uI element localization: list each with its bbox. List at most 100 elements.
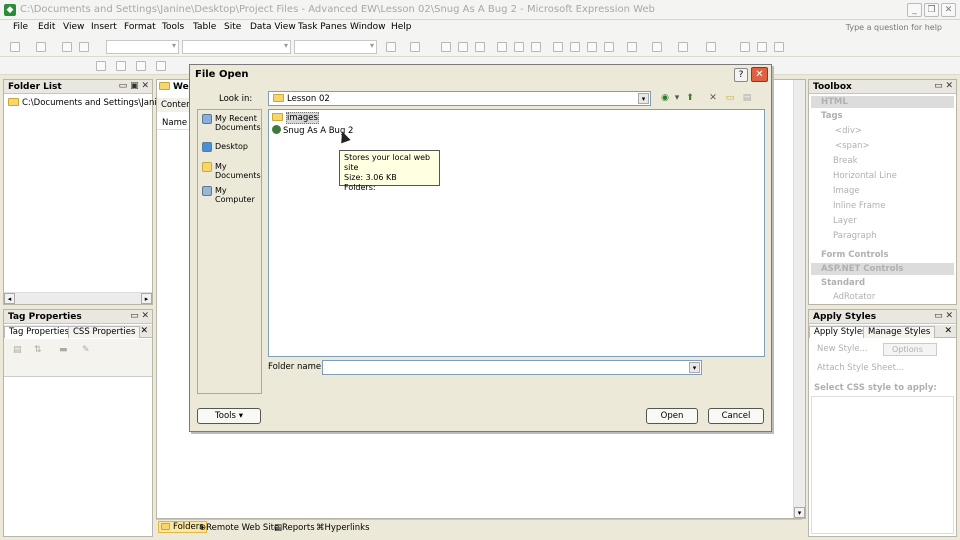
toolbox-standard-category[interactable]: Standard — [811, 277, 954, 289]
tab-css-properties[interactable]: CSS Properties — [68, 326, 141, 338]
align-center-icon[interactable] — [514, 42, 524, 52]
redo-icon[interactable] — [410, 42, 420, 52]
toolbox-layer[interactable]: Layer — [833, 216, 857, 226]
up-folder-icon[interactable]: ⬆ — [684, 92, 696, 104]
minimize-button[interactable]: _ — [907, 3, 922, 17]
menu-view[interactable]: View — [63, 22, 84, 32]
toolbox-div[interactable]: <div> — [835, 126, 862, 136]
style-combo[interactable] — [106, 40, 179, 54]
toolbox-tags-category[interactable]: Tags — [811, 110, 954, 122]
options-dropdown[interactable]: Options — [883, 343, 937, 356]
restore-panel-icon[interactable]: ▭ — [934, 81, 943, 91]
close-tab-icon[interactable]: ✕ — [944, 326, 952, 336]
new-folder-icon[interactable]: ▭ — [724, 92, 736, 104]
menu-edit[interactable]: Edit — [38, 22, 55, 32]
show-set-icon[interactable]: ▬ — [59, 345, 68, 355]
restore-button[interactable]: ❐ — [924, 3, 939, 17]
toolbox-image[interactable]: Image — [833, 186, 860, 196]
close-panel-icon[interactable]: ✕ — [141, 81, 149, 91]
open-button[interactable]: Open — [646, 408, 698, 424]
menu-file[interactable]: File — [13, 22, 28, 32]
toolbox-span[interactable]: <span> — [835, 141, 870, 151]
rotate-icon[interactable] — [136, 61, 146, 71]
menu-table[interactable]: Table — [193, 22, 216, 32]
restore-panel-icon[interactable]: ▭ — [934, 311, 943, 321]
menu-tools[interactable]: Tools — [162, 22, 184, 32]
close-panel-icon[interactable]: ✕ — [945, 81, 953, 91]
css-style-list[interactable] — [811, 396, 954, 534]
numbering-icon[interactable] — [553, 42, 563, 52]
toolbox-adrotator[interactable]: AdRotator — [833, 292, 875, 302]
close-window-button[interactable]: ✕ — [941, 3, 956, 17]
chevron-down-icon[interactable]: ▾ — [689, 362, 700, 373]
folder-options-icon[interactable]: ▣ — [130, 81, 139, 91]
undo-icon[interactable] — [386, 42, 396, 52]
italic-icon[interactable] — [458, 42, 468, 52]
restore-panel-icon[interactable]: ▭ — [130, 311, 139, 321]
scroll-left-icon[interactable]: ◂ — [4, 293, 15, 304]
font-color-icon[interactable] — [678, 42, 688, 52]
menu-window[interactable]: Window — [350, 22, 386, 32]
edit-tag-icon[interactable]: ✎ — [82, 345, 90, 355]
menu-format[interactable]: Format — [124, 22, 156, 32]
menu-task-panes[interactable]: Task Panes — [298, 22, 347, 32]
new-page-icon[interactable] — [10, 42, 20, 52]
help-button[interactable]: ? — [734, 68, 748, 82]
view-reports[interactable]: ▤Reports — [274, 523, 315, 533]
menu-data-view[interactable]: Data View — [250, 22, 296, 32]
crop-icon[interactable] — [116, 61, 126, 71]
font-combo[interactable] — [182, 40, 291, 54]
layer-icon[interactable] — [706, 42, 716, 52]
close-panel-icon[interactable]: ✕ — [945, 311, 953, 321]
image-icon-2[interactable] — [757, 42, 767, 52]
toolbox-horizontal-line[interactable]: Horizontal Line — [833, 171, 897, 181]
new-style-link[interactable]: New Style... — [817, 344, 868, 354]
new-folder-icon[interactable]: ▭ — [119, 81, 128, 91]
bold-icon[interactable] — [441, 42, 451, 52]
toolbox-inline-frame[interactable]: Inline Frame — [833, 201, 885, 211]
back-icon[interactable]: ◉ — [659, 92, 671, 104]
folder-name-input[interactable]: ▾ — [322, 360, 702, 375]
folder-list-hscroll[interactable]: ◂ ▸ — [4, 292, 152, 304]
flip-icon[interactable] — [156, 61, 166, 71]
preview-icon[interactable] — [79, 42, 89, 52]
font-size-combo[interactable] — [294, 40, 377, 54]
decrease-indent-icon[interactable] — [587, 42, 597, 52]
tools-button[interactable]: Tools ▾ — [197, 408, 261, 424]
close-tab-icon[interactable]: ✕ — [140, 326, 148, 336]
toolbox-paragraph[interactable]: Paragraph — [833, 231, 877, 241]
save-icon[interactable] — [62, 42, 72, 52]
insert-picture-icon[interactable] — [96, 61, 106, 71]
scroll-down-icon[interactable]: ▾ — [794, 507, 805, 518]
file-list[interactable]: images Snug As A Bug 2 — [268, 109, 765, 357]
underline-icon[interactable] — [475, 42, 485, 52]
views-icon[interactable]: ▤ — [741, 92, 753, 104]
image-icon[interactable] — [740, 42, 750, 52]
close-panel-icon[interactable]: ✕ — [141, 311, 149, 321]
list-item[interactable]: images — [272, 112, 319, 124]
look-in-combo[interactable]: Lesson 02 ▾ — [268, 91, 651, 106]
image-icon-3[interactable] — [774, 42, 784, 52]
scroll-right-icon[interactable]: ▸ — [141, 293, 152, 304]
menu-insert[interactable]: Insert — [91, 22, 117, 32]
menu-help[interactable]: Help — [391, 22, 412, 32]
editor-vscroll[interactable]: ▾ — [793, 80, 805, 518]
help-search-box[interactable]: Type a question for help — [846, 23, 942, 32]
open-icon[interactable] — [36, 42, 46, 52]
bullets-icon[interactable] — [570, 42, 580, 52]
view-hyperlinks[interactable]: ⌘Hyperlinks — [316, 523, 370, 533]
attach-style-sheet-link[interactable]: Attach Style Sheet... — [817, 363, 904, 373]
borders-icon[interactable] — [627, 42, 637, 52]
view-remote-web-site[interactable]: ⊕Remote Web Site — [199, 523, 279, 533]
toolbox-html-category[interactable]: HTML — [811, 96, 954, 108]
folder-tree-root[interactable]: C:\Documents and Settings\Janine\D — [8, 98, 177, 108]
categorize-icon[interactable]: ▤ — [13, 345, 22, 355]
tab-manage-styles[interactable]: Manage Styles — [863, 326, 936, 338]
chevron-down-icon[interactable]: ▾ — [638, 93, 649, 104]
increase-indent-icon[interactable] — [604, 42, 614, 52]
align-left-icon[interactable] — [497, 42, 507, 52]
sort-icon[interactable]: ⇅ — [34, 345, 42, 355]
toolbox-form-controls-category[interactable]: Form Controls — [811, 249, 954, 261]
cancel-button[interactable]: Cancel — [708, 408, 764, 424]
toolbox-break[interactable]: Break — [833, 156, 858, 166]
